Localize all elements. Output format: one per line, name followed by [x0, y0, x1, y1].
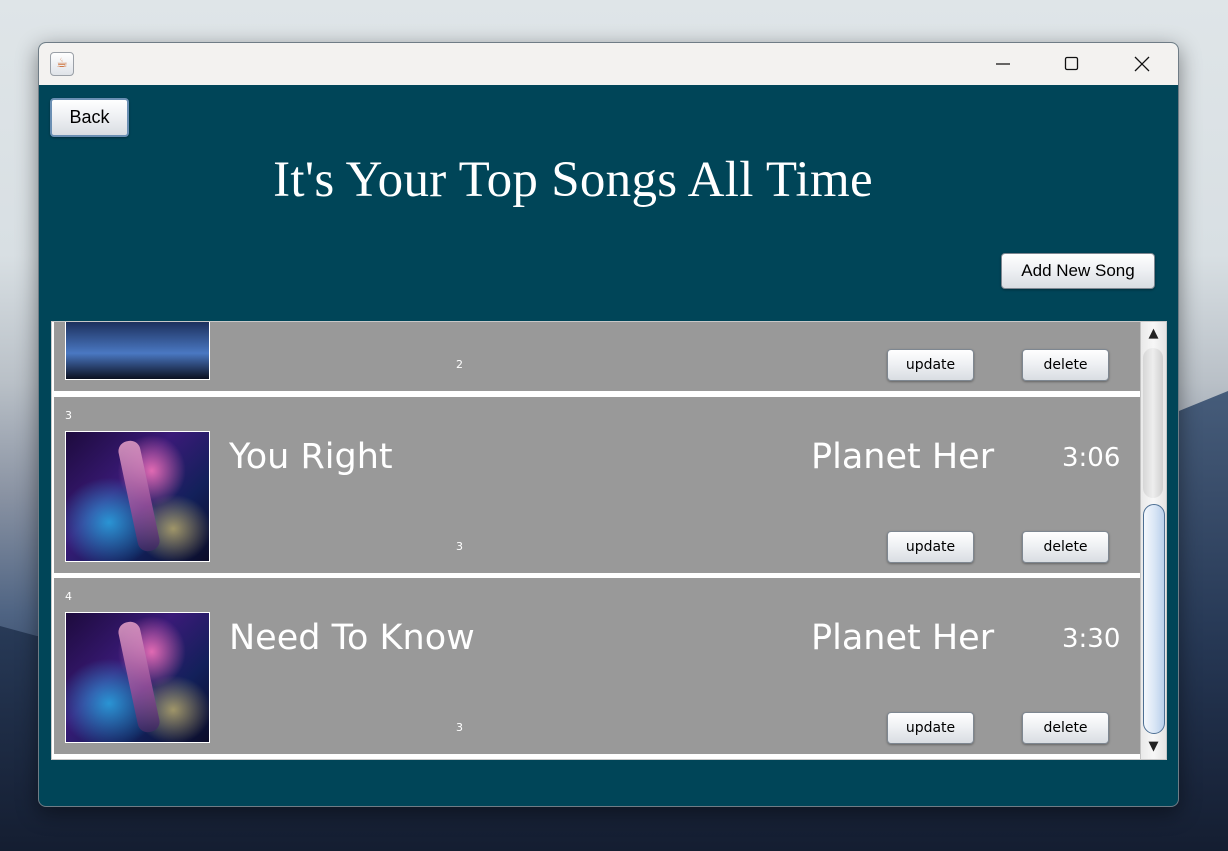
song-row: 4 Need To Know Planet Her 3:30 3 update …: [54, 578, 1140, 754]
delete-button[interactable]: delete: [1022, 712, 1109, 744]
app-window: ☕ Back It's Your Top Songs All Time Add …: [38, 42, 1179, 807]
song-album: Planet Her: [811, 437, 995, 477]
album-cover-image: [65, 431, 210, 562]
song-list[interactable]: 2 update delete 3 You Right Planet Her 3…: [51, 321, 1167, 760]
page-title: It's Your Top Songs All Time: [273, 152, 873, 208]
song-album: Planet Her: [811, 618, 995, 658]
scrollbar-thumb[interactable]: [1143, 504, 1165, 734]
java-cup-icon: ☕: [50, 52, 74, 76]
song-duration: 3:06: [1062, 443, 1121, 473]
delete-button[interactable]: delete: [1022, 531, 1109, 563]
close-icon: [1134, 56, 1150, 72]
song-rank: 2: [456, 358, 463, 371]
song-rank: 3: [456, 540, 463, 553]
close-button[interactable]: [1108, 43, 1176, 85]
song-row: 2 update delete: [54, 322, 1140, 391]
song-rank: 3: [456, 721, 463, 734]
song-title: Need To Know: [229, 618, 475, 658]
album-cover-image: [65, 322, 210, 380]
album-cover-image: [65, 612, 210, 743]
maximize-icon: [1064, 56, 1079, 71]
song-number: 3: [65, 409, 72, 422]
scroll-down-arrow-icon[interactable]: ▼: [1141, 736, 1166, 758]
song-list-viewport: 2 update delete 3 You Right Planet Her 3…: [52, 322, 1140, 759]
title-bar[interactable]: ☕: [39, 43, 1178, 85]
maximize-button[interactable]: [1038, 43, 1106, 85]
back-button[interactable]: Back: [50, 98, 129, 137]
song-row: 3 You Right Planet Her 3:06 3 update del…: [54, 397, 1140, 573]
song-number: 4: [65, 590, 72, 603]
song-title: You Right: [229, 437, 393, 477]
add-new-song-button[interactable]: Add New Song: [1001, 253, 1155, 289]
vertical-scrollbar[interactable]: ▲ ▼: [1140, 322, 1166, 759]
minimize-icon: [996, 63, 1010, 65]
update-button[interactable]: update: [887, 531, 974, 563]
scroll-up-arrow-icon[interactable]: ▲: [1141, 323, 1166, 345]
delete-button[interactable]: delete: [1022, 349, 1109, 381]
minimize-button[interactable]: [969, 43, 1037, 85]
update-button[interactable]: update: [887, 712, 974, 744]
song-duration: 3:30: [1062, 624, 1121, 654]
scrollbar-track[interactable]: [1143, 348, 1163, 498]
update-button[interactable]: update: [887, 349, 974, 381]
